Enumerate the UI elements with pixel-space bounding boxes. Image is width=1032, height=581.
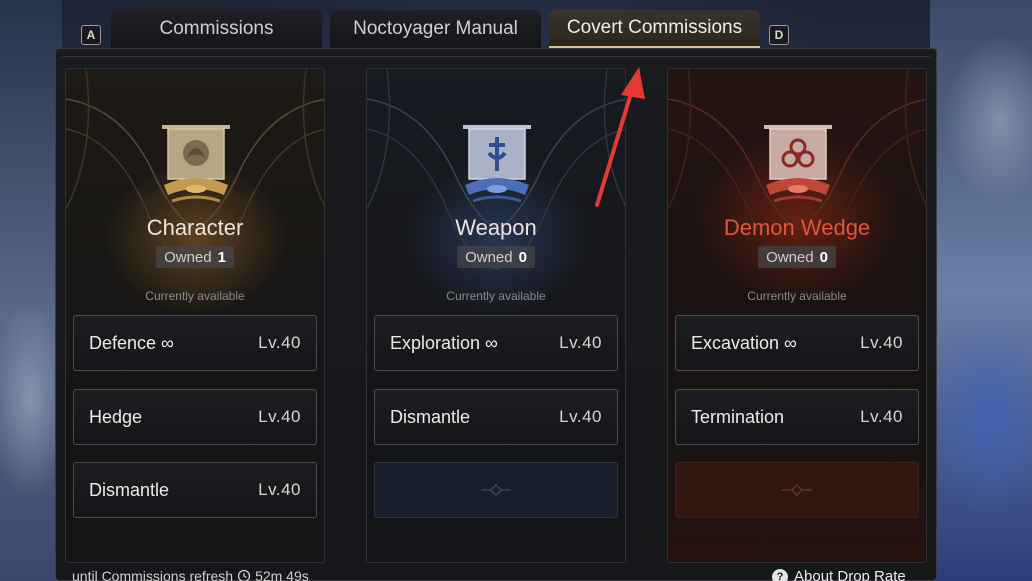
owned-label: Owned bbox=[164, 248, 212, 266]
slot-name: Dismantle bbox=[89, 479, 170, 500]
weapon-banner-icon bbox=[463, 125, 531, 203]
owned-label: Owned bbox=[766, 248, 814, 266]
commission-slot[interactable]: Exploration ∞ Lv.40 bbox=[374, 315, 618, 371]
slot-name: Hedge bbox=[89, 406, 143, 427]
commission-slot[interactable]: Hedge Lv.40 bbox=[73, 389, 317, 445]
key-hint-d: D bbox=[769, 25, 789, 45]
commission-type-title: Demon Wedge bbox=[723, 215, 871, 240]
empty-commission-slot bbox=[675, 462, 919, 518]
key-hint-a: A bbox=[81, 25, 101, 45]
about-drop-rate-label: About Drop Rate bbox=[794, 568, 906, 581]
slot-name: Defence ∞ bbox=[89, 332, 174, 353]
slot-name: Dismantle bbox=[390, 406, 471, 427]
commission-slot[interactable]: Dismantle Lv.40 bbox=[73, 462, 317, 518]
help-icon: ? bbox=[772, 568, 788, 581]
slot-name: Exploration ∞ bbox=[390, 332, 498, 353]
owned-badge: Owned 0 bbox=[457, 246, 535, 268]
annotation-arrow-icon bbox=[595, 67, 645, 207]
slot-level: Lv.40 bbox=[860, 333, 903, 352]
slot-level: Lv.40 bbox=[258, 407, 301, 426]
commission-slot[interactable]: Defence ∞ Lv.40 bbox=[73, 315, 317, 371]
commission-card-demon-wedge[interactable]: Demon Wedge Owned 0 Currently available … bbox=[667, 68, 927, 563]
empty-commission-slot bbox=[374, 462, 618, 518]
slot-level: Lv.40 bbox=[559, 407, 602, 426]
tab-commissions[interactable]: Commissions bbox=[111, 10, 322, 48]
slot-name: Excavation ∞ bbox=[691, 332, 797, 353]
commission-type-title: Weapon bbox=[455, 215, 537, 240]
owned-count: 0 bbox=[819, 248, 828, 266]
commission-card-character[interactable]: Character Owned 1 Currently available De… bbox=[65, 68, 325, 563]
owned-count: 0 bbox=[518, 248, 527, 266]
refresh-text: until Commissions refresh bbox=[72, 568, 234, 581]
clock-icon bbox=[237, 569, 251, 581]
about-drop-rate-button[interactable]: ? About Drop Rate bbox=[772, 568, 906, 581]
tab-noctoyager-manual[interactable]: Noctoyager Manual bbox=[330, 10, 541, 48]
owned-label: Owned bbox=[465, 248, 513, 266]
owned-badge: Owned 1 bbox=[156, 246, 234, 268]
slot-level: Lv.40 bbox=[860, 407, 903, 426]
commission-slot[interactable]: Excavation ∞ Lv.40 bbox=[675, 315, 919, 371]
character-banner-icon bbox=[162, 125, 230, 203]
commission-type-title: Character bbox=[146, 215, 244, 240]
empty-slot-icon bbox=[782, 484, 812, 496]
empty-slot-icon bbox=[481, 484, 511, 496]
owned-badge: Owned 0 bbox=[758, 246, 836, 268]
availability-text: Currently available bbox=[446, 289, 546, 303]
availability-text: Currently available bbox=[747, 289, 847, 303]
slot-name: Termination bbox=[691, 406, 785, 427]
refresh-time: 52m 49s bbox=[255, 568, 309, 581]
panel-divider bbox=[62, 56, 930, 66]
demon-wedge-banner-icon bbox=[764, 125, 832, 203]
slot-level: Lv.40 bbox=[258, 480, 301, 499]
slot-level: Lv.40 bbox=[559, 333, 602, 352]
availability-text: Currently available bbox=[145, 289, 245, 303]
background-left bbox=[0, 0, 62, 581]
refresh-timer: until Commissions refresh 52m 49s bbox=[72, 568, 309, 581]
slot-level: Lv.40 bbox=[258, 333, 301, 352]
tab-covert-commissions[interactable]: Covert Commissions bbox=[549, 10, 760, 48]
owned-count: 1 bbox=[217, 248, 226, 266]
background-right bbox=[930, 0, 1032, 581]
commission-slot[interactable]: Termination Lv.40 bbox=[675, 389, 919, 445]
commission-slot[interactable]: Dismantle Lv.40 bbox=[374, 389, 618, 445]
